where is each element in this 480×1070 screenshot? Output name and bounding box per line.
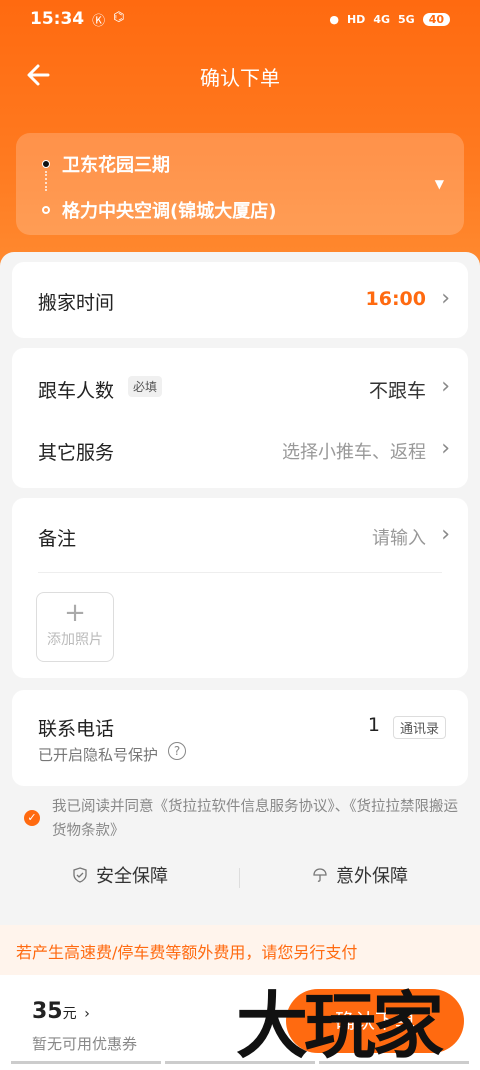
watermark-logo: 大玩家 — [236, 984, 444, 1068]
nav-key — [165, 1061, 315, 1064]
location-icon: ● — [329, 12, 339, 26]
divider — [239, 868, 240, 888]
nav-bar: 确认下单 — [0, 52, 480, 98]
contacts-button[interactable]: 通讯录 — [392, 716, 446, 739]
remarks-label: 备注 — [38, 528, 77, 550]
shield-icon — [73, 867, 87, 883]
chevron-right-icon: › — [441, 286, 450, 311]
contact-label: 联系电话 — [38, 718, 115, 740]
accident-guarantee[interactable]: 意外保障 — [312, 862, 408, 888]
accident-label: 意外保障 — [336, 866, 408, 887]
battery-icon: 40 — [422, 12, 450, 26]
nav-key — [319, 1061, 469, 1064]
agreement-text[interactable]: 我已阅读并同意《货拉拉软件信息服务协议》、《货拉拉禁限搬运货物条款》 — [24, 795, 464, 843]
umbrella-icon — [313, 868, 327, 882]
phone-input[interactable]: 1 — [368, 714, 380, 736]
status-bar: 15:34 Ⓚ ⌬ ● HD 4G 5G 40 — [0, 0, 480, 38]
companion-value: 不跟车 — [368, 380, 426, 402]
divider — [38, 572, 442, 573]
privacy-text: 已开启隐私号保护 — [38, 746, 159, 764]
companion-label: 跟车人数 — [38, 380, 115, 402]
nav-key — [11, 1061, 161, 1064]
other-services-label: 其它服务 — [38, 442, 115, 464]
moving-time-card[interactable]: 搬家时间 16:00 › — [12, 262, 468, 338]
plus-icon: + — [64, 598, 86, 628]
contact-card: 联系电话 已开启隐私号保护 ? 1 通讯录 — [12, 690, 468, 786]
add-photo-button[interactable]: + 添加照片 — [36, 592, 114, 662]
notification-icon: Ⓚ — [92, 13, 106, 29]
status-left-icons: Ⓚ ⌬ — [92, 10, 124, 29]
other-services-hint: 选择小推车、返程 — [282, 442, 426, 463]
chevron-right-icon: › — [441, 522, 450, 547]
address-end: 格力中央空调(锦城大厦店) — [62, 201, 277, 222]
agreement: ✓ 我已阅读并同意《货拉拉软件信息服务协议》、《货拉拉禁限搬运货物条款》 — [24, 795, 464, 843]
required-badge: 必填 — [128, 376, 163, 397]
app-icon: ⌬ — [113, 9, 125, 25]
moving-time-label: 搬家时间 — [38, 292, 115, 314]
safety-label: 安全保障 — [96, 866, 168, 887]
chevron-right-icon: › — [441, 374, 450, 399]
help-icon[interactable]: ? — [168, 742, 186, 760]
chevron-right-icon: › — [441, 436, 450, 461]
address-start: 卫东花园三期 — [62, 155, 170, 176]
status-time: 15:34 — [30, 9, 85, 29]
address-card[interactable]: 卫东花园三期 格力中央空调(锦城大厦店) ▼ — [16, 133, 464, 235]
signal-4g-icon: 4G — [373, 12, 390, 26]
price-button[interactable]: 35元 › — [32, 999, 90, 1024]
safety-guarantee[interactable]: 安全保障 — [72, 862, 168, 888]
extra-fee-notice: 若产生高速费/停车费等额外费用，请您另行支付 — [0, 925, 480, 975]
page-title: 确认下单 — [200, 66, 280, 90]
add-photo-label: 添加照片 — [47, 632, 103, 648]
coupon-text: 暂无可用优惠券 — [32, 1035, 138, 1053]
guarantee-row: 安全保障 意外保障 — [0, 862, 480, 894]
address-end-row: 格力中央空调(锦城大厦店) — [42, 197, 276, 223]
end-dot-icon — [42, 206, 50, 214]
service-card: 跟车人数 必填 不跟车 › 其它服务 选择小推车、返程 › — [12, 348, 468, 488]
address-start-row: 卫东花园三期 — [42, 151, 170, 177]
remarks-hint: 请输入 — [372, 528, 426, 549]
caret-down-icon[interactable]: ▼ — [435, 177, 444, 191]
route-connector — [45, 171, 47, 191]
moving-time-value: 16:00 — [365, 288, 426, 310]
chevron-right-icon: › — [84, 1006, 90, 1022]
home-indicator — [0, 1061, 480, 1064]
status-right-icons: ● HD 4G 5G 40 — [329, 12, 450, 26]
start-dot-icon — [42, 160, 50, 168]
signal-5g-icon: 5G — [398, 12, 415, 26]
remarks-card: 备注 请输入 › + 添加照片 — [12, 498, 468, 678]
price-unit: 元 — [62, 1006, 77, 1022]
price-value: 35 — [32, 999, 63, 1024]
hd-icon: HD — [346, 12, 366, 26]
checkbox-checked-icon[interactable]: ✓ — [24, 810, 40, 826]
